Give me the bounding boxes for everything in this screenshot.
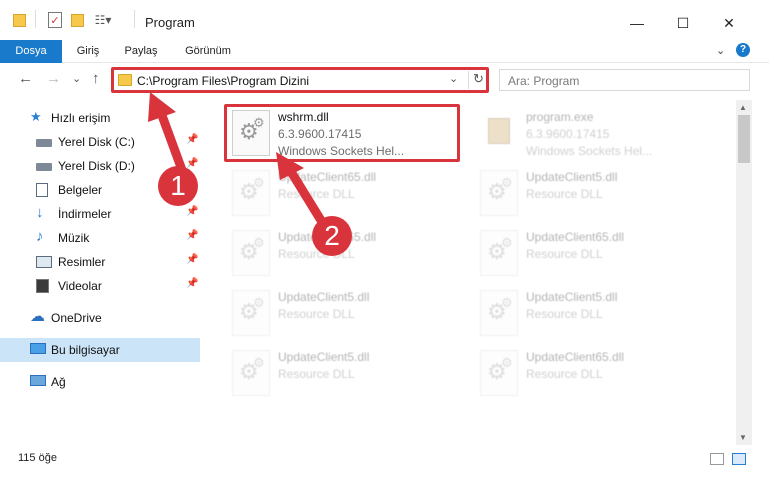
- callout-1: 1: [158, 166, 198, 206]
- arrow-2-line: [285, 165, 327, 227]
- arrow-1-line: [155, 105, 187, 175]
- callout-2: 2: [312, 216, 352, 256]
- annotation-arrows: [148, 92, 327, 227]
